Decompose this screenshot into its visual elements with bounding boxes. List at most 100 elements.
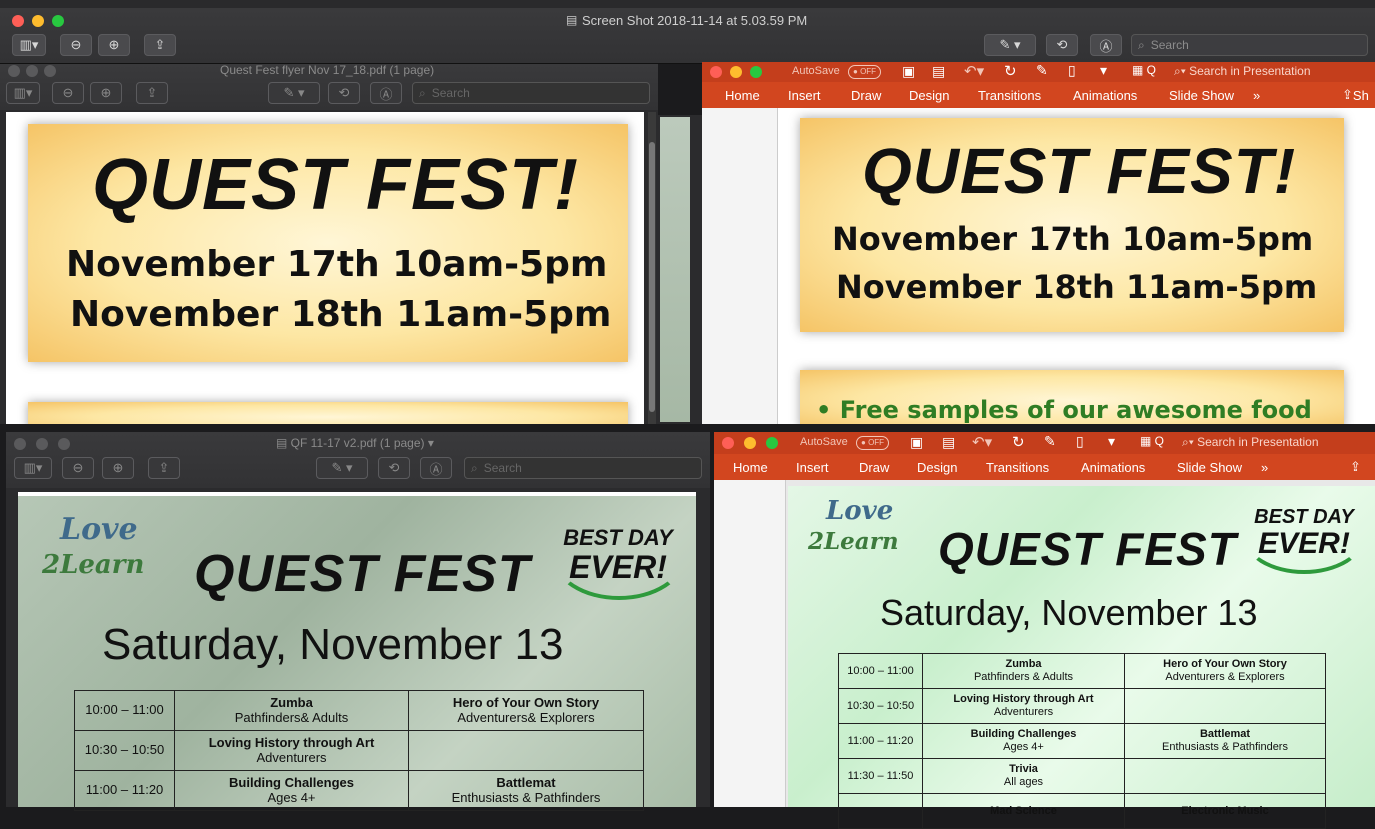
annotate-button[interactable]: Ⓐ xyxy=(1090,34,1122,56)
slide-thumbnail-pane xyxy=(714,480,786,807)
minimize-button[interactable] xyxy=(36,438,48,450)
new-file-icon[interactable]: ▣ xyxy=(902,63,915,80)
tab-insert[interactable]: Insert xyxy=(796,454,829,480)
search-icon: ⌕▾ xyxy=(1182,435,1198,449)
markup-pen-button[interactable]: ✎ ▾ xyxy=(268,82,320,104)
more-tabs-button[interactable]: » xyxy=(1253,82,1260,108)
tab-animations[interactable]: Animations xyxy=(1073,82,1137,108)
slide-bullet: • Free samples of our awesome food xyxy=(816,396,1312,424)
activity-cell: Hero of Your Own Story Adventurers& Explo… xyxy=(408,690,644,731)
tab-transitions[interactable]: Transitions xyxy=(986,454,1049,480)
time-cell: 11:00 – 11:20 xyxy=(74,770,175,811)
tab-slide-show[interactable]: Slide Show xyxy=(1177,454,1242,480)
zoom-button[interactable] xyxy=(750,66,762,78)
close-button[interactable] xyxy=(14,438,26,450)
activity-cell: Mad Science xyxy=(922,793,1125,829)
rotate-button[interactable]: ⟲ xyxy=(1046,34,1078,56)
close-button[interactable] xyxy=(722,437,734,449)
zoom-out-button[interactable]: ⊖ xyxy=(52,82,84,104)
rotate-button[interactable]: ⟲ xyxy=(328,82,360,104)
zoom-in-button[interactable]: ⊕ xyxy=(90,82,122,104)
tab-draw[interactable]: Draw xyxy=(851,82,881,108)
close-button[interactable] xyxy=(8,65,20,77)
annotate-button[interactable]: Ⓐ xyxy=(420,457,452,479)
share-button[interactable]: ⇪ xyxy=(136,82,168,104)
sidebar-toggle-button[interactable]: ▥▾ xyxy=(12,34,46,56)
sidebar-toggle-button[interactable]: ▥▾ xyxy=(6,82,40,104)
share-button[interactable]: ⇪ xyxy=(1350,454,1361,480)
annotate-button[interactable]: Ⓐ xyxy=(370,82,402,104)
minimize-button[interactable] xyxy=(26,65,38,77)
pdf-window-qf-schedule: ▤ QF 11-17 v2.pdf (1 page) ▾ ▥▾ ⊖ ⊕ ⇪ ✎ … xyxy=(6,432,710,811)
search-input[interactable]: ⌕ Search xyxy=(464,457,702,479)
share-button[interactable]: ⇪ Sh xyxy=(1342,82,1369,108)
zoom-button[interactable] xyxy=(766,437,778,449)
undo-icon[interactable]: ↶▾ xyxy=(964,62,984,80)
zoom-button[interactable] xyxy=(44,65,56,77)
search-input[interactable]: ⌕ Search xyxy=(412,82,650,104)
share-button[interactable]: ⇪ xyxy=(144,34,176,56)
ppt-search[interactable]: ⌕▾ Search in Presentation xyxy=(1182,435,1319,450)
flyer-date-line-2: November 18th 11am-5pm xyxy=(70,294,612,335)
redo-icon[interactable]: ↻ xyxy=(1004,62,1017,80)
zoom-out-button[interactable]: ⊖ xyxy=(60,34,92,56)
rotate-button[interactable]: ⟲ xyxy=(378,457,410,479)
pdf-scrollbar[interactable] xyxy=(648,112,656,424)
save-icon[interactable]: ▤ xyxy=(932,63,945,80)
markup-pen-button[interactable]: ✎ ▾ xyxy=(316,457,368,479)
tab-animations[interactable]: Animations xyxy=(1081,454,1145,480)
zoom-in-button[interactable]: ⊕ xyxy=(98,34,130,56)
activity-cell: Zumba Pathfinders & Adults xyxy=(922,653,1125,689)
close-button[interactable] xyxy=(710,66,722,78)
event-date: Saturday, November 13 xyxy=(880,592,1258,633)
powerpoint-window-flyer: AutoSave ● OFF ▣ ▤ ↶▾ ↻ ✎ ▯ ▾ ▦ Q ⌕▾ Sea… xyxy=(702,62,1375,430)
autosave-toggle[interactable]: ● OFF xyxy=(848,65,882,79)
main-titlebar: ▤ Screen Shot 2018-11-14 at 5.03.59 PM ▥… xyxy=(0,8,1375,64)
tab-home[interactable]: Home xyxy=(733,454,768,480)
markup-pen-button[interactable]: ✎ ▾ xyxy=(984,34,1036,56)
new-file-icon[interactable]: ▣ xyxy=(910,434,923,451)
zoom-button[interactable] xyxy=(58,438,70,450)
share-button[interactable]: ⇪ xyxy=(148,457,180,479)
table-row: 11:30 – 11:50 Trivia All ages xyxy=(838,758,1326,794)
save-icon[interactable]: ▤ xyxy=(942,434,955,451)
search-icon: ⌕ xyxy=(419,85,426,100)
logo-2learn-text: 2Learn xyxy=(808,528,899,555)
tab-design[interactable]: Design xyxy=(909,82,949,108)
redo-icon[interactable]: ↻ xyxy=(1012,433,1025,451)
table-row: 11:00 – 11:20 Building Challenges Ages 4+… xyxy=(74,770,644,811)
tab-slide-show[interactable]: Slide Show xyxy=(1169,82,1234,108)
page-icon[interactable]: ▯ xyxy=(1076,433,1084,450)
zoom-in-button[interactable]: ⊕ xyxy=(102,457,134,479)
table-row: Mad Science Electronic Music xyxy=(838,793,1326,829)
pdf-page: QUEST FEST! November 17th 10am-5pm Novem… xyxy=(6,112,644,432)
activity-cell: Battlemat Enthusiasts & Pathfinders xyxy=(1124,723,1326,759)
tab-transitions[interactable]: Transitions xyxy=(978,82,1041,108)
autosave-toggle[interactable]: ● OFF xyxy=(856,436,890,450)
tab-home[interactable]: Home xyxy=(725,82,760,108)
minimize-button[interactable] xyxy=(730,66,742,78)
customize-icon[interactable]: ▾ xyxy=(1100,62,1107,79)
minimize-button[interactable] xyxy=(32,15,44,27)
slide-banner: QUEST FEST! November 17th 10am-5pm Novem… xyxy=(800,118,1344,332)
sidebar-toggle-button[interactable]: ▥▾ xyxy=(14,457,52,479)
undo-icon[interactable]: ↶▾ xyxy=(972,433,992,451)
close-button[interactable] xyxy=(12,15,24,27)
schedule-table: 10:00 – 11:00 Zumba Pathfinders & Adults … xyxy=(838,653,1326,829)
search-icon: ⌕▾ xyxy=(1174,64,1190,78)
tab-draw[interactable]: Draw xyxy=(859,454,889,480)
page-icon[interactable]: ▯ xyxy=(1068,62,1076,79)
more-tabs-button[interactable]: » xyxy=(1261,454,1268,480)
customize-icon[interactable]: ▾ xyxy=(1108,433,1115,450)
minimize-button[interactable] xyxy=(744,437,756,449)
edit-icon[interactable]: ✎ xyxy=(1044,433,1056,450)
search-input[interactable]: ⌕ Search xyxy=(1131,34,1368,56)
zoom-out-button[interactable]: ⊖ xyxy=(62,457,94,479)
zoom-button[interactable] xyxy=(52,15,64,27)
ppt-search[interactable]: ⌕▾ Search in Presentation xyxy=(1174,64,1311,79)
edit-icon[interactable]: ✎ xyxy=(1036,62,1048,79)
tab-insert[interactable]: Insert xyxy=(788,82,821,108)
tab-design[interactable]: Design xyxy=(917,454,957,480)
activity-cell: Building Challenges Ages 4+ xyxy=(922,723,1125,759)
slide-bullet-panel: • Free samples of our awesome food xyxy=(800,370,1344,430)
